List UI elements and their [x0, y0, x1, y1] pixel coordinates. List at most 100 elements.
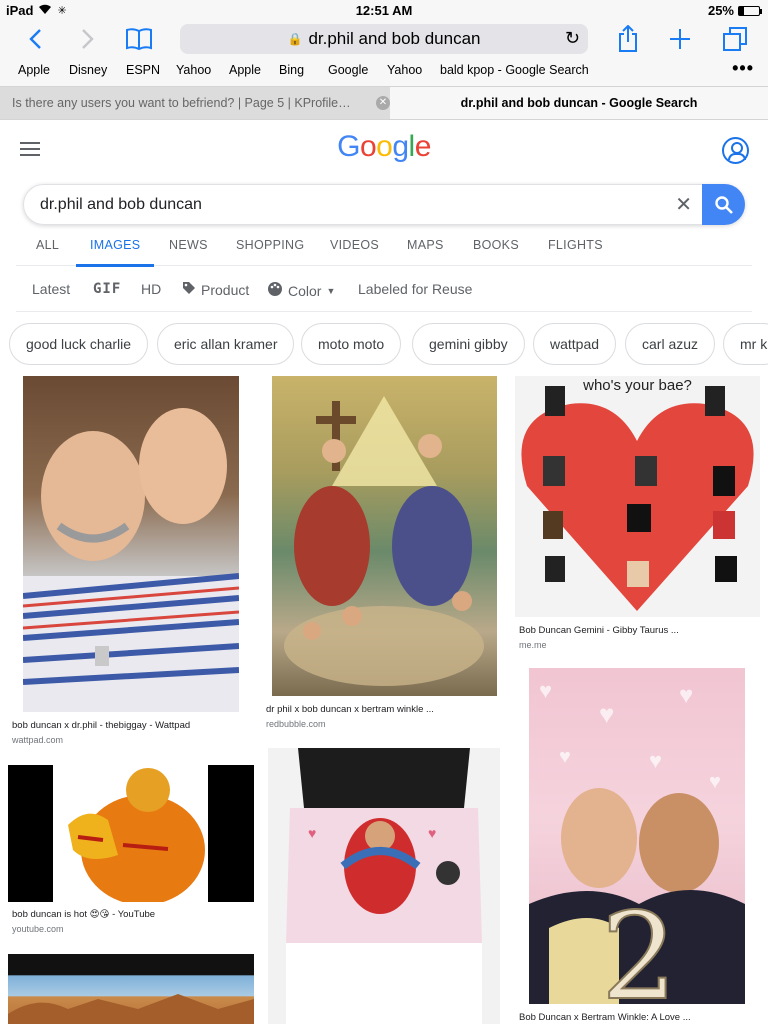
related-chips: good luck charlie eric allan kramer moto…	[0, 312, 768, 376]
clock: 12:51 AM	[355, 3, 413, 18]
search-nav-tabs: ALL IMAGES NEWS SHOPPING VIDEOS MAPS BOO…	[16, 228, 752, 267]
result-source: wattpad.com	[12, 735, 64, 745]
image-result[interactable]: who's your bae? Bob Duncan Gemini - Gibb…	[515, 376, 760, 654]
tool-latest[interactable]: Latest	[32, 281, 70, 297]
svg-text:♥: ♥	[679, 682, 693, 709]
chip[interactable]: moto moto	[301, 323, 402, 365]
result-thumbnail	[8, 765, 254, 902]
chip[interactable]: good luck charlie	[9, 323, 149, 365]
result-thumbnail: who's your bae?	[515, 376, 760, 617]
tab-videos[interactable]: VIDEOS	[330, 238, 379, 252]
image-result[interactable]: bob duncan is hot 😍😘 - YouTube youtube.c…	[8, 765, 254, 941]
image-result[interactable]: ♥ ♥ ♥ ♥ ♥ ♥ 2 Bob Duncan x Bertram Winkle: A…	[515, 668, 760, 1024]
svg-text:♥: ♥	[559, 746, 571, 768]
result-thumbnail	[272, 376, 497, 696]
bookmark-item[interactable]: bald kpop - Google Search	[440, 63, 589, 77]
svg-text:2: 2	[601, 888, 677, 1004]
result-caption: Bob Duncan Gemini - Gibby Taurus ...	[519, 625, 679, 636]
svg-text:♥: ♥	[428, 825, 436, 841]
google-header: Google	[0, 120, 768, 180]
battery-icon	[738, 5, 762, 16]
reload-icon[interactable]: ↻	[565, 28, 580, 49]
tool-gif[interactable]: GIF	[93, 281, 121, 297]
caret-down-icon: ▼	[326, 285, 336, 296]
result-thumbnail	[8, 954, 254, 1024]
share-icon[interactable]	[613, 24, 643, 54]
tool-hd[interactable]: HD	[141, 281, 161, 297]
bookmark-item[interactable]: Apple	[18, 63, 50, 77]
tag-icon	[182, 281, 196, 298]
result-thumbnail: ♥ ♥	[268, 748, 500, 1024]
image-result[interactable]: bob duncan x dr.phil - thebiggay - Wattp…	[8, 376, 254, 748]
bookmark-item[interactable]: Disney	[69, 63, 107, 77]
tab-shopping[interactable]: SHOPPING	[236, 238, 304, 252]
result-caption: bob duncan is hot 😍😘 - YouTube	[12, 909, 156, 920]
more-icon[interactable]: •••	[732, 58, 754, 79]
chip[interactable]: gemini gibby	[412, 323, 525, 365]
tab-title: Is there any users you want to befriend?…	[12, 96, 351, 110]
result-caption: dr phil x bob duncan x bertram winkle ..…	[266, 704, 434, 715]
search-input[interactable]: dr.phil and bob duncan ✕	[23, 184, 745, 225]
result-thumbnail: ♥ ♥ ♥ ♥ ♥ ♥ 2	[529, 668, 745, 1004]
image-result[interactable]	[8, 954, 254, 1024]
image-result[interactable]: dr phil x bob duncan x bertram winkle ..…	[262, 376, 508, 732]
tool-color-label: Color	[288, 282, 322, 299]
tool-product-label: Product	[201, 281, 250, 298]
bookmark-item[interactable]: Yahoo	[387, 63, 422, 77]
chip[interactable]: mr k	[723, 323, 768, 365]
bookmarks-bar: Apple Disney ESPN Yahoo Apple Bing Googl…	[0, 56, 768, 86]
status-bar: iPad ✳ 12:51 AM 25%	[0, 0, 768, 22]
result-source: youtube.com	[12, 924, 64, 934]
tab-news[interactable]: NEWS	[169, 238, 208, 252]
browser-toolbar: 🔒 dr.phil and bob duncan ↻	[0, 22, 768, 56]
image-results: bob duncan x dr.phil - thebiggay - Wattp…	[0, 376, 768, 1024]
image-tools-bar: Latest GIF HD Product Color ▼ Labeled fo…	[16, 266, 752, 312]
tab-books[interactable]: BOOKS	[473, 238, 519, 252]
svg-text:♥: ♥	[308, 825, 316, 841]
tab-google-search[interactable]: dr.phil and bob duncan - Google Search	[390, 87, 768, 119]
address-bar[interactable]: 🔒 dr.phil and bob duncan ↻	[180, 24, 588, 54]
tab-images[interactable]: IMAGES	[75, 238, 155, 267]
lock-icon: 🔒	[287, 32, 303, 46]
svg-text:♥: ♥	[599, 699, 614, 729]
bookmark-item[interactable]: Yahoo	[176, 63, 211, 77]
new-tab-icon[interactable]	[665, 24, 695, 54]
bookmark-item[interactable]: Apple	[229, 63, 261, 77]
tool-product[interactable]: Product	[182, 281, 249, 298]
result-caption: Bob Duncan x Bertram Winkle: A Love ...	[519, 1012, 691, 1023]
chip[interactable]: wattpad	[533, 323, 617, 365]
back-icon[interactable]	[20, 24, 50, 54]
bookmark-item[interactable]: ESPN	[126, 63, 160, 77]
image-result[interactable]: ♥ ♥	[262, 748, 508, 1024]
search-query: dr.phil and bob duncan	[40, 196, 202, 213]
tool-labeled-for-reuse[interactable]: Labeled for Reuse	[358, 281, 472, 297]
account-icon[interactable]	[722, 137, 749, 164]
result-source: redbubble.com	[266, 719, 326, 729]
search-area: dr.phil and bob duncan ✕	[0, 180, 768, 228]
bookmark-item[interactable]: Google	[328, 63, 368, 77]
palette-icon	[267, 281, 283, 300]
forward-icon[interactable]	[73, 24, 103, 54]
clear-icon[interactable]: ✕	[675, 192, 692, 217]
close-tab-icon[interactable]: ✕	[376, 96, 390, 110]
tab-kprofiles[interactable]: Is there any users you want to befriend?…	[0, 87, 390, 119]
tab-bar: Is there any users you want to befriend?…	[0, 86, 768, 120]
tool-color[interactable]: Color ▼	[267, 281, 335, 300]
image-text: who's your bae?	[583, 377, 692, 394]
tabs-overview-icon[interactable]	[720, 24, 750, 54]
chip[interactable]: eric allan kramer	[157, 323, 295, 365]
bookmark-item[interactable]: Bing	[279, 63, 304, 77]
search-button[interactable]	[702, 184, 745, 225]
google-logo[interactable]: Google	[0, 130, 768, 164]
result-source: me.me	[519, 640, 547, 650]
search-icon	[714, 195, 733, 214]
address-text: dr.phil and bob duncan	[308, 29, 481, 48]
svg-text:♥: ♥	[539, 678, 552, 703]
tab-maps[interactable]: MAPS	[407, 238, 444, 252]
bookmarks-icon[interactable]	[124, 24, 154, 54]
chip[interactable]: carl azuz	[625, 323, 716, 365]
battery-percent: 25%	[707, 3, 734, 18]
tab-flights[interactable]: FLIGHTS	[548, 238, 603, 252]
tab-all[interactable]: ALL	[36, 238, 59, 252]
result-caption: bob duncan x dr.phil - thebiggay - Wattp…	[12, 720, 191, 731]
